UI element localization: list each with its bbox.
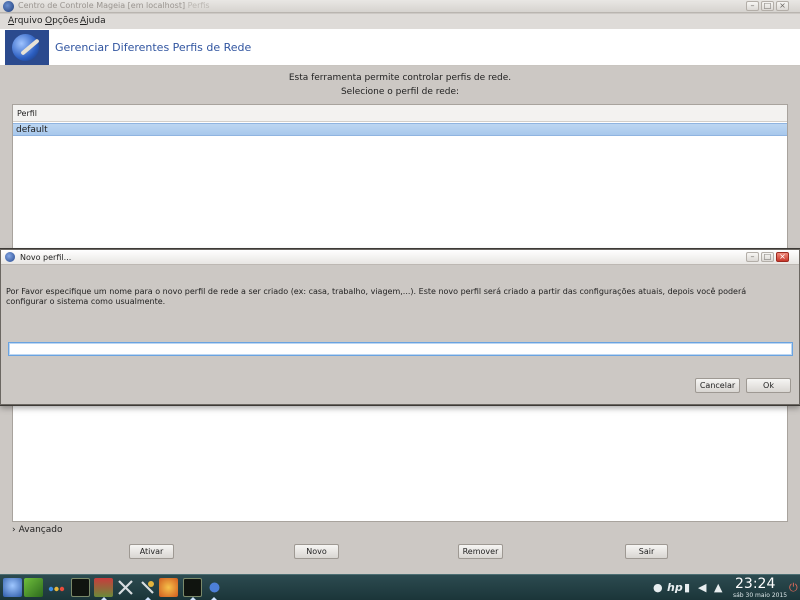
window-title: Centro de Controle Mageia [em localhost]…: [18, 1, 210, 10]
advanced-expander[interactable]: › Avançado: [12, 525, 62, 535]
page-banner: Gerenciar Diferentes Perfis de Rede: [0, 29, 800, 66]
app-launcher-icon[interactable]: [3, 578, 22, 597]
dialog-maximize-icon[interactable]: □: [761, 252, 774, 262]
main-window-titlebar[interactable]: Centro de Controle Mageia [em localhost]…: [0, 0, 800, 13]
terminal-icon[interactable]: [71, 578, 90, 597]
new-profile-dialog: Novo perfil... – □ × Por Favor especifiq…: [0, 249, 800, 405]
menu-bar: Arquivo Opções Ajuda: [0, 14, 800, 29]
menu-arquivo[interactable]: Arquivo: [8, 16, 42, 26]
page-title: Gerenciar Diferentes Perfis de Rede: [55, 41, 252, 54]
cancel-button[interactable]: Cancelar: [695, 378, 740, 393]
dialog-minimize-icon[interactable]: –: [746, 252, 759, 262]
desktop-grid-icon[interactable]: [24, 578, 43, 597]
close-icon[interactable]: ×: [776, 1, 789, 11]
profile-name-input[interactable]: [8, 342, 793, 356]
clock[interactable]: 23:24: [735, 576, 775, 592]
menu-ajuda[interactable]: Ajuda: [80, 16, 106, 26]
minimize-icon[interactable]: –: [746, 1, 759, 11]
control-center-icon[interactable]: [138, 578, 157, 597]
network-tool-task-icon[interactable]: [205, 578, 224, 597]
activities-icon[interactable]: [47, 578, 66, 597]
network-status-icon[interactable]: ●: [653, 581, 663, 594]
hp-printer-icon[interactable]: hp: [667, 581, 683, 594]
maximize-icon[interactable]: □: [761, 1, 774, 11]
intro-text: Esta ferramenta permite controlar perfis…: [288, 73, 512, 83]
new-button[interactable]: Novo: [294, 544, 339, 559]
ok-button[interactable]: Ok: [746, 378, 791, 393]
tools-icon[interactable]: [116, 578, 135, 597]
show-hidden-icons[interactable]: ▲: [714, 581, 722, 594]
firefox-icon[interactable]: [159, 578, 178, 597]
package-manager-icon[interactable]: [94, 578, 113, 597]
dialog-close-icon[interactable]: ×: [776, 252, 789, 262]
chevron-right-icon: ›: [12, 525, 16, 535]
dialog-message: Por Favor especifique um nome para o nov…: [6, 287, 747, 306]
dialog-titlebar[interactable]: Novo perfil... – □ ×: [1, 250, 799, 265]
network-tool-icon: [5, 30, 49, 65]
mageia-app-icon: [3, 1, 14, 12]
activate-button[interactable]: Ativar: [129, 544, 174, 559]
column-header-perfil: Perfil: [17, 109, 38, 118]
terminal-window-icon[interactable]: [183, 578, 202, 597]
menu-opcoes[interactable]: Opções: [45, 16, 79, 26]
select-prompt: Selecione o perfil de rede:: [340, 87, 460, 97]
list-item[interactable]: default: [13, 123, 787, 136]
date: sáb 30 maio 2015: [733, 592, 788, 599]
quit-button[interactable]: Sair: [625, 544, 668, 559]
mageia-dialog-icon: [5, 252, 15, 262]
clipboard-icon[interactable]: ▮: [684, 581, 690, 594]
remove-button[interactable]: Remover: [458, 544, 503, 559]
profile-name: default: [16, 125, 48, 135]
taskbar: ● hp ▮ ◀ ▲ 23:24 sáb 30 maio 2015 ⏻: [0, 574, 800, 600]
logout-icon[interactable]: ⏻: [789, 581, 798, 595]
dialog-title: Novo perfil...: [20, 253, 72, 262]
volume-icon[interactable]: ◀: [698, 581, 706, 594]
list-header[interactable]: Perfil: [13, 105, 787, 122]
